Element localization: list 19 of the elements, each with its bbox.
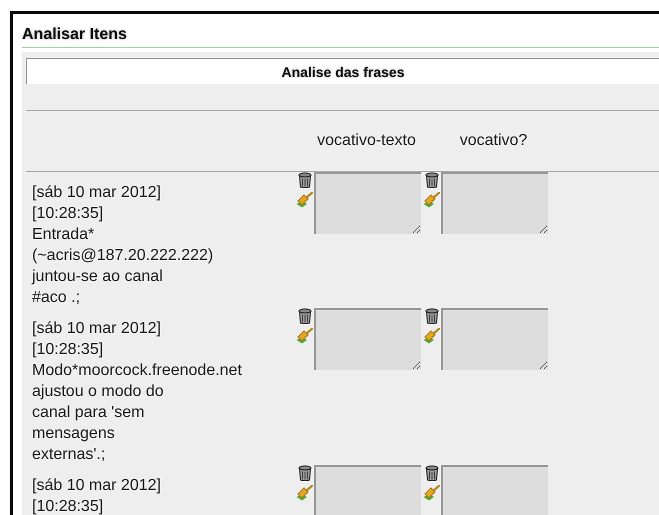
trash-can-icon[interactable] xyxy=(424,308,438,324)
phrase-text: [sáb 10 mar 2012] [10:28:35] Entrada* (~acris@187.20.222.222) juntou-se ao canal #aco .; xyxy=(30,183,214,308)
broom-icon[interactable] xyxy=(296,485,313,501)
broom-icon[interactable] xyxy=(296,192,313,208)
broom-icon[interactable] xyxy=(423,328,440,344)
broom-icon[interactable] xyxy=(296,328,313,344)
trash-can-icon[interactable] xyxy=(298,172,312,188)
trash-can-icon[interactable] xyxy=(424,465,438,481)
column-header: vocativo-texto xyxy=(316,132,417,150)
phrase-text: [sáb 10 mar 2012] [10:28:35] Modo*moorcock.freenode.net ajustou o modo do canal para 'sem mensagens externas'.; xyxy=(31,319,243,465)
trash-can-icon[interactable] xyxy=(298,308,312,324)
trash-can-icon[interactable] xyxy=(298,465,312,481)
phrase-text: [sáb 10 mar 2012] [10:28:35] xyxy=(31,476,162,515)
trash-can-icon[interactable] xyxy=(424,172,438,188)
table-caption: Analise das frases xyxy=(26,58,659,84)
broom-icon[interactable] xyxy=(423,192,440,208)
page-title: Analisar Itens xyxy=(22,26,128,45)
column-header: vocativo? xyxy=(458,132,528,150)
broom-icon[interactable] xyxy=(423,485,440,501)
